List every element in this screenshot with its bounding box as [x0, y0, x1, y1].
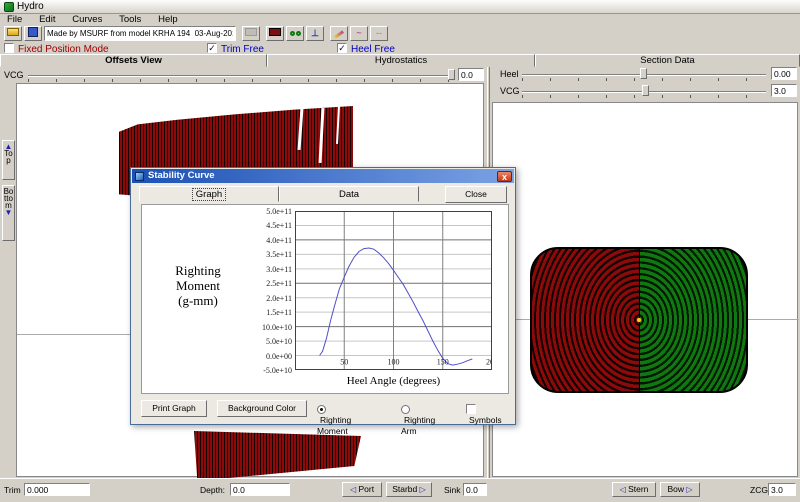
svg-text:50: 50 [340, 358, 348, 367]
trim-value: 0.000 [24, 483, 90, 496]
tab-hydrostatics[interactable]: Hydrostatics [267, 54, 535, 67]
y-tick-label: 5.0e+11 [142, 207, 292, 216]
righting-moment-radio[interactable]: Righting Moment [317, 404, 351, 437]
y-tick-label: 5.0e+10 [142, 337, 292, 346]
y-tick-label: 1.5e+11 [142, 308, 292, 317]
dialog-tab-data[interactable]: Data [279, 186, 419, 202]
check-icon: ✓ [338, 43, 346, 53]
print-icon[interactable] [242, 26, 260, 41]
down-arrow-icon: ▼ [5, 208, 13, 217]
stern-button[interactable]: ◁ Stern [612, 482, 656, 497]
dialog-close-button[interactable]: Close [445, 186, 507, 203]
print-graph-button[interactable]: Print Graph [141, 400, 207, 417]
dialog-icon [135, 172, 144, 181]
heel-free-checkbox[interactable]: ✓ [337, 43, 347, 54]
menu-tools[interactable]: Tools [112, 14, 148, 25]
app-window: Hydro File Edit Curves Tools Help ⊥ ~ --… [0, 0, 800, 502]
menu-file[interactable]: File [0, 14, 29, 25]
curve-icon[interactable]: ~ [350, 26, 368, 41]
mode-bar: Fixed Position Mode ✓ Trim Free ✓ Heel F… [0, 42, 800, 54]
chart-panel: Righting Moment (g-mm) 5.0e+114.5e+114.0… [141, 204, 509, 394]
y-tick-label: 4.0e+11 [142, 236, 292, 245]
find-icon[interactable] [286, 26, 304, 41]
waterline-icon[interactable] [266, 26, 284, 41]
vcg-label-right: VCG [500, 86, 520, 96]
bow-button[interactable]: Bow ▷ [660, 482, 700, 497]
x-axis-title: Heel Angle (degrees) [295, 375, 492, 387]
toolbar: ⊥ ~ -- [0, 25, 800, 42]
plumb-icon[interactable]: ⊥ [306, 26, 324, 41]
bodyplan-port-half [532, 249, 639, 391]
right-arrow-icon: ▷ [686, 485, 692, 494]
center-of-gravity-dot [637, 318, 641, 322]
symbols-checkbox[interactable]: Symbols [466, 404, 502, 426]
depth-label: Depth: [200, 485, 225, 495]
view-tabs: Offsets View Hydrostatics Section Data [0, 54, 800, 67]
heel-label: Heel [500, 69, 519, 79]
tab-offsets-view[interactable]: Offsets View [0, 54, 267, 67]
svg-text:100: 100 [388, 358, 400, 367]
vcg-label-left: VCG [4, 70, 24, 80]
left-arrow-icon: ◁ [620, 485, 626, 494]
view-bottom-button[interactable]: Bottom▼ [2, 185, 15, 241]
y-tick-label: 0.0e+00 [142, 352, 292, 361]
vcg-value-right[interactable]: 3.0 [771, 84, 797, 97]
vcg-slider-left[interactable] [28, 75, 454, 77]
app-icon [4, 2, 14, 12]
y-tick-label: 2.5e+11 [142, 279, 292, 288]
sink-label: Sink [444, 485, 461, 495]
background-color-button[interactable]: Background Color [217, 400, 307, 417]
y-tick-label: 4.5e+11 [142, 221, 292, 230]
vcg-slider-ticks [28, 79, 454, 82]
fixed-position-checkbox[interactable] [4, 43, 14, 54]
starbd-button[interactable]: Starbd ▷ [386, 482, 432, 497]
trim-label: Trim [4, 485, 21, 495]
hull-sections-bottom [194, 431, 361, 481]
bodyplan-starboard-half [639, 249, 746, 391]
edit-icon[interactable] [330, 26, 348, 41]
y-tick-label: 3.0e+11 [142, 265, 292, 274]
zcg-value: 3.0 [768, 483, 796, 496]
trim-free-checkbox[interactable]: ✓ [207, 43, 217, 54]
stability-curve-dialog: Stability Curve x Graph Data Close Right… [130, 167, 516, 425]
menu-bar: File Edit Curves Tools Help [0, 14, 800, 25]
left-arrow-icon: ◁ [350, 485, 356, 494]
vcg-slider-thumb-right[interactable] [642, 85, 649, 96]
menu-curves[interactable]: Curves [65, 14, 109, 25]
line-icon[interactable]: -- [370, 26, 388, 41]
model-info-field[interactable] [44, 26, 236, 41]
menu-help[interactable]: Help [151, 14, 185, 25]
port-button[interactable]: ◁ Port [342, 482, 382, 497]
dialog-title: Stability Curve [148, 170, 215, 181]
righting-arm-radio[interactable]: Righting Arm [401, 404, 435, 437]
save-icon[interactable] [24, 26, 42, 41]
stability-curve-plot: 50 100 150 200 [295, 211, 492, 370]
y-tick-label: 10.0e+10 [142, 323, 292, 332]
y-tick-label: 3.5e+11 [142, 250, 292, 259]
depth-value[interactable]: 0.0 [230, 483, 290, 496]
status-bar: Trim 0.000 Depth: 0.0 ◁ Port Starbd ▷ Si… [0, 478, 800, 502]
dialog-titlebar[interactable]: Stability Curve x [132, 169, 514, 183]
dialog-tab-graph[interactable]: Graph [139, 186, 279, 202]
menu-edit[interactable]: Edit [32, 14, 62, 25]
svg-text:200: 200 [486, 358, 492, 367]
y-tick-label: 2.0e+11 [142, 294, 292, 303]
zcg-label: ZCG [750, 485, 768, 495]
check-icon: ✓ [208, 43, 216, 53]
svg-text:150: 150 [437, 358, 449, 367]
bodyplan-sections [530, 247, 748, 393]
view-top-button[interactable]: ▲Top [2, 140, 15, 180]
sink-value: 0.0 [463, 483, 487, 496]
tab-section-data[interactable]: Section Data [535, 54, 800, 67]
vcg-slider-thumb-left[interactable] [448, 69, 455, 80]
heel-slider-thumb[interactable] [640, 68, 647, 79]
right-arrow-icon: ▷ [420, 485, 426, 494]
window-titlebar: Hydro [0, 0, 800, 14]
open-folder-icon[interactable] [4, 26, 22, 41]
window-title: Hydro [17, 1, 44, 12]
heel-value[interactable]: 0.00 [771, 67, 797, 80]
vcg-value-left[interactable]: 0.0 [458, 68, 484, 81]
y-tick-label: -5.0e+10 [142, 366, 292, 375]
close-icon[interactable]: x [497, 171, 512, 182]
